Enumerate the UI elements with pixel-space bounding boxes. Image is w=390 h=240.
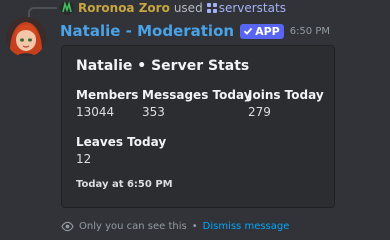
field-value: 13044: [76, 105, 115, 119]
ephemeral-text: Only you can see this: [79, 220, 187, 232]
bot-name[interactable]: Natalie - Moderation: [60, 22, 234, 40]
field-name: Messages Today: [142, 88, 252, 102]
field-value: 353: [142, 105, 165, 119]
message-header: Natalie - Moderation APP 6:50 PM: [60, 21, 330, 41]
dismiss-message-link[interactable]: Dismiss message: [203, 221, 290, 232]
embed-footer: Today at 6:50 PM: [76, 179, 173, 190]
message-timestamp: 6:50 PM: [289, 25, 330, 37]
app-badge-label: APP: [255, 24, 280, 38]
command-name: serverstats: [218, 1, 286, 15]
ephemeral-notice: Only you can see this • Dismiss message: [61, 218, 289, 234]
checkmark-icon: [243, 27, 253, 35]
field-name: Leaves Today: [76, 135, 167, 149]
field-name: Members: [76, 88, 139, 102]
embed-field-joins-today: Joins Today 279: [248, 88, 324, 119]
field-value: 279: [248, 105, 271, 119]
bot-avatar[interactable]: [6, 17, 46, 57]
command-reply-header: Roronoa Zoro used serverstats: [60, 0, 286, 16]
field-name: Joins Today: [248, 88, 324, 102]
stats-embed: Natalie • Server Stats Members 13044 Mes…: [61, 45, 335, 208]
bot-avatar-image: [6, 17, 46, 57]
field-value: 12: [76, 152, 92, 166]
reply-used-text: used: [173, 1, 203, 15]
app-badge: APP: [240, 23, 284, 39]
user-avatar-icon[interactable]: [60, 1, 74, 15]
embed-field-members: Members 13044: [76, 88, 138, 119]
embed-field-messages-today: Messages Today 353: [142, 88, 252, 119]
slash-command[interactable]: serverstats: [206, 1, 286, 15]
reply-user-name[interactable]: Roronoa Zoro: [78, 1, 170, 15]
embed-field-leaves-today: Leaves Today 12: [76, 135, 166, 166]
ephemeral-separator: •: [191, 220, 198, 232]
embed-title: Natalie • Server Stats: [76, 58, 250, 74]
command-grid-icon: [206, 3, 217, 13]
eye-icon: [61, 221, 74, 231]
